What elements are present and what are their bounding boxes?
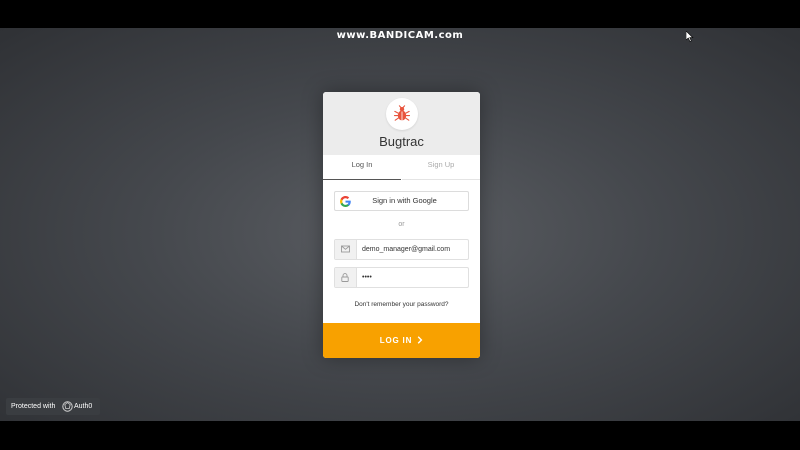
app-logo [386, 98, 418, 130]
app-title: Bugtrac [379, 134, 424, 149]
letterbox-bottom [0, 421, 800, 450]
google-sign-in-label: Sign in with Google [372, 196, 437, 205]
password-addon [335, 268, 357, 287]
password-value: •••• [362, 274, 372, 281]
auth0-brand: Auth0 [74, 403, 93, 410]
or-separator: or [398, 221, 405, 228]
tab-login[interactable]: Log In [323, 155, 401, 180]
forgot-password-link[interactable]: Don't remember your password? [323, 301, 480, 308]
letterbox-top [0, 0, 800, 28]
auth-tabs: Log In Sign Up [323, 155, 480, 180]
protected-with-text: Protected with [11, 403, 56, 410]
lock-icon [341, 273, 349, 282]
mouse-cursor-icon [686, 31, 694, 42]
recording-watermark: www.BANDICAM.com [336, 30, 464, 41]
chevron-right-icon [417, 335, 423, 344]
email-value: demo_manager@gmail.com [362, 246, 451, 253]
google-sign-in-button[interactable]: Sign in with Google [334, 191, 469, 211]
auth0-badge[interactable]: Protected with Auth0 [6, 398, 100, 415]
bug-icon [393, 105, 411, 121]
card-header: Bugtrac [323, 92, 480, 155]
tab-signup[interactable]: Sign Up [402, 155, 480, 180]
email-field[interactable]: demo_manager@gmail.com [334, 239, 469, 260]
email-addon [335, 240, 357, 259]
log-in-button[interactable]: LOG IN [323, 323, 480, 358]
log-in-label: LOG IN [379, 336, 413, 345]
password-field[interactable]: •••• [334, 267, 469, 288]
mail-icon [341, 245, 350, 253]
login-card: Bugtrac Log In Sign Up Sign in with Goog… [323, 92, 480, 358]
auth0-shield-icon [62, 401, 73, 412]
